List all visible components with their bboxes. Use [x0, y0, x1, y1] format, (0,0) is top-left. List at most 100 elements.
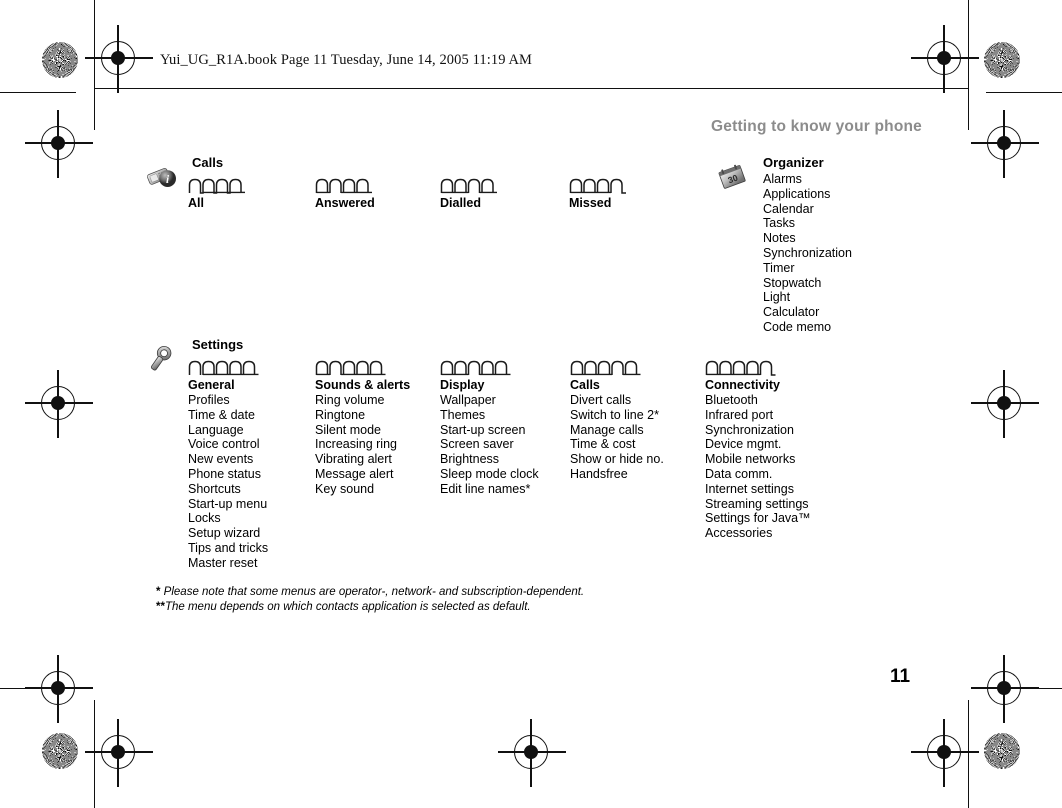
tab-indicator-answered	[315, 178, 372, 194]
list-item[interactable]: Edit line names*	[440, 482, 539, 497]
organizer-group-title: Organizer	[763, 155, 824, 170]
tab-indicator-missed	[569, 178, 626, 194]
settings-tab-calls[interactable]: Calls Divert calls Switch to line 2* Man…	[570, 359, 664, 482]
list-item[interactable]: Notes	[763, 231, 852, 246]
list-item[interactable]: Show or hide no.	[570, 452, 664, 467]
organizer-calendar-icon: 30	[718, 164, 746, 189]
list-item[interactable]: Device mgmt.	[705, 437, 811, 452]
list-item[interactable]: Brightness	[440, 452, 539, 467]
settings-col-title-connectivity: Connectivity	[705, 378, 781, 392]
list-item[interactable]: Key sound	[315, 482, 410, 497]
list-item[interactable]: Code memo	[763, 320, 852, 335]
settings-group-title: Settings	[192, 337, 244, 352]
footnotes: * Please note that some menus are operat…	[156, 585, 584, 614]
list-item[interactable]: Master reset	[188, 556, 276, 571]
list-item[interactable]: Locks	[188, 511, 276, 526]
list-item[interactable]: Ring volume	[315, 393, 410, 408]
settings-col-title-display: Display	[440, 378, 485, 392]
list-item[interactable]: Stopwatch	[763, 276, 852, 291]
tab-indicator-dialled	[440, 178, 497, 194]
list-item[interactable]: Data comm.	[705, 467, 811, 482]
manual-page: Yui_UG_R1A.book Page 11 Tuesday, June 14…	[0, 0, 1062, 808]
list-item[interactable]: Profiles	[188, 393, 276, 408]
list-item[interactable]: Silent mode	[315, 423, 410, 438]
menu-overview-content: i Calls All Answered Dialled Missed 30 O…	[0, 0, 1062, 808]
page-number: 11	[890, 666, 911, 687]
list-item[interactable]: Themes	[440, 408, 539, 423]
list-item[interactable]: Streaming settings	[705, 497, 811, 512]
settings-wrench-icon	[150, 345, 172, 371]
list-item[interactable]: Start-up menu	[188, 497, 276, 512]
list-item[interactable]: Infrared port	[705, 408, 811, 423]
settings-menu-group: Settings General Profiles Time & date La…	[145, 337, 811, 570]
calls-info-icon: i	[147, 167, 176, 187]
tab-indicator-display	[440, 360, 511, 376]
list-item[interactable]: Switch to line 2*	[570, 408, 664, 423]
list-item[interactable]: Language	[188, 423, 276, 438]
list-item[interactable]: Internet settings	[705, 482, 811, 497]
list-item[interactable]: Light	[763, 290, 852, 305]
organizer-menu-group: 30 Organizer Alarms Applications Calenda…	[716, 155, 852, 335]
calls-tab-missed[interactable]: Missed	[569, 177, 641, 211]
list-item[interactable]: Divert calls	[570, 393, 664, 408]
settings-list-connectivity: Bluetooth Infrared port Synchronization …	[705, 393, 811, 541]
list-item[interactable]: Message alert	[315, 467, 410, 482]
list-item[interactable]: Ringtone	[315, 408, 410, 423]
settings-tab-display[interactable]: Display Wallpaper Themes Start-up screen…	[440, 359, 539, 497]
list-item[interactable]: Tasks	[763, 216, 852, 231]
list-item[interactable]: Shortcuts	[188, 482, 276, 497]
settings-tab-connectivity[interactable]: Connectivity Bluetooth Infrared port Syn…	[705, 359, 811, 541]
list-item[interactable]: Vibrating alert	[315, 452, 410, 467]
calls-tab-all-label: All	[188, 196, 204, 210]
list-item[interactable]: Synchronization	[705, 423, 811, 438]
settings-col-title-sounds-alerts: Sounds & alerts	[315, 378, 411, 392]
settings-tab-general[interactable]: General Profiles Time & date Language Vo…	[188, 359, 276, 571]
list-item[interactable]: Setup wizard	[188, 526, 276, 541]
footnote-line-1: * Please note that some menus are operat…	[156, 585, 584, 600]
list-item[interactable]: Calendar	[763, 202, 852, 217]
settings-list-display: Wallpaper Themes Start-up screen Screen …	[440, 393, 539, 497]
tab-indicator-all	[188, 178, 245, 194]
settings-tab-sounds-alerts[interactable]: Sounds & alerts Ring volume Ringtone Sil…	[315, 359, 410, 497]
list-item[interactable]: Increasing ring	[315, 437, 410, 452]
list-item[interactable]: Phone status	[188, 467, 276, 482]
settings-list-general: Profiles Time & date Language Voice cont…	[188, 393, 276, 571]
list-item[interactable]: Accessories	[705, 526, 811, 541]
list-item[interactable]: Mobile networks	[705, 452, 811, 467]
footnote-line-2: **The menu depends on which contacts app…	[156, 600, 584, 615]
list-item[interactable]: Voice control	[188, 437, 276, 452]
list-item[interactable]: Handsfree	[570, 467, 664, 482]
calls-group-title: Calls	[192, 155, 224, 170]
tab-indicator-general	[188, 360, 259, 376]
list-item[interactable]: Applications	[763, 187, 852, 202]
settings-list-sounds-alerts: Ring volume Ringtone Silent mode Increas…	[315, 393, 410, 497]
list-item[interactable]: Screen saver	[440, 437, 539, 452]
list-item[interactable]: Alarms	[763, 172, 852, 187]
list-item[interactable]: Wallpaper	[440, 393, 539, 408]
list-item[interactable]: Tips and tricks	[188, 541, 276, 556]
footnote-text-1: Please note that some menus are operator…	[160, 586, 585, 598]
list-item[interactable]: Calculator	[763, 305, 852, 320]
list-item[interactable]: Time & date	[188, 408, 276, 423]
settings-col-title-calls: Calls	[570, 378, 600, 392]
settings-col-title-general: General	[188, 378, 235, 392]
organizer-menu-list: Alarms Applications Calendar Tasks Notes…	[763, 172, 852, 335]
list-item[interactable]: Start-up screen	[440, 423, 539, 438]
calls-tab-dialled-label: Dialled	[440, 196, 481, 210]
calls-tab-answered-label: Answered	[315, 196, 375, 210]
list-item[interactable]: Timer	[763, 261, 852, 276]
calls-tab-answered[interactable]: Answered	[315, 177, 387, 211]
list-item[interactable]: New events	[188, 452, 276, 467]
list-item[interactable]: Synchronization	[763, 246, 852, 261]
calls-tab-missed-label: Missed	[569, 196, 612, 210]
tab-indicator-sounds-alerts	[315, 360, 386, 376]
list-item[interactable]: Manage calls	[570, 423, 664, 438]
tab-indicator-settings-calls	[570, 360, 641, 376]
footnote-double-star-marker: **	[156, 600, 165, 613]
calls-tab-all[interactable]: All	[188, 177, 256, 211]
list-item[interactable]: Settings for Java™	[705, 511, 811, 526]
list-item[interactable]: Sleep mode clock	[440, 467, 539, 482]
list-item[interactable]: Bluetooth	[705, 393, 811, 408]
list-item[interactable]: Time & cost	[570, 437, 664, 452]
calls-tab-dialled[interactable]: Dialled	[440, 177, 512, 211]
